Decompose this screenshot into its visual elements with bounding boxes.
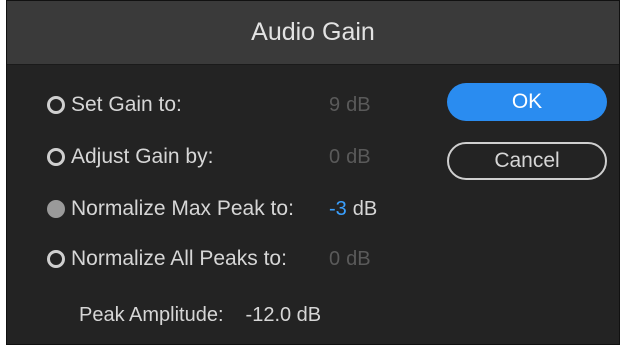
normalize-max-peak-unit: dB — [352, 197, 378, 220]
set-gain-unit: dB — [346, 93, 371, 116]
option-set-gain-label: Set Gain to: — [71, 93, 182, 116]
option-normalize-max-peak[interactable]: Normalize Max Peak to: — [47, 194, 294, 224]
normalize-all-peaks-value-field[interactable]: 0 dB — [329, 244, 371, 274]
normalize-max-peak-value-field[interactable]: -3 dB — [329, 194, 377, 224]
option-normalize-all-peaks[interactable]: Normalize All Peaks to: — [47, 244, 287, 274]
set-gain-value-field[interactable]: 9 dB — [329, 90, 371, 120]
normalize-all-peaks-value: 0 — [329, 247, 341, 270]
dialog-title: Audio Gain — [7, 1, 619, 65]
peak-amplitude-label: Peak Amplitude: — [79, 303, 224, 326]
radio-set-gain[interactable] — [47, 96, 65, 114]
audio-gain-dialog: Audio Gain Set Gain to: 9 dB Adjust Gain… — [6, 0, 620, 345]
peak-amplitude-value: -12.0 dB — [245, 303, 322, 326]
option-adjust-gain[interactable]: Adjust Gain by: — [47, 142, 213, 172]
option-adjust-gain-label: Adjust Gain by: — [71, 145, 214, 168]
dialog-title-text: Audio Gain — [251, 18, 375, 46]
cancel-button[interactable]: Cancel — [447, 142, 607, 180]
option-set-gain[interactable]: Set Gain to: — [47, 90, 182, 120]
normalize-max-peak-value: -3 — [329, 197, 347, 220]
set-gain-value: 9 — [329, 93, 341, 116]
normalize-all-peaks-unit: dB — [346, 247, 371, 270]
option-normalize-max-peak-label: Normalize Max Peak to: — [71, 197, 294, 220]
radio-normalize-all-peaks[interactable] — [47, 250, 65, 268]
adjust-gain-unit: dB — [346, 145, 371, 168]
peak-amplitude-row: Peak Amplitude: -12.0 dB — [79, 300, 321, 330]
ok-button[interactable]: OK — [447, 83, 607, 121]
radio-normalize-max-peak[interactable] — [47, 200, 65, 218]
radio-adjust-gain[interactable] — [47, 148, 65, 166]
adjust-gain-value-field[interactable]: 0 dB — [329, 142, 371, 172]
adjust-gain-value: 0 — [329, 145, 341, 168]
option-normalize-all-peaks-label: Normalize All Peaks to: — [71, 247, 287, 270]
